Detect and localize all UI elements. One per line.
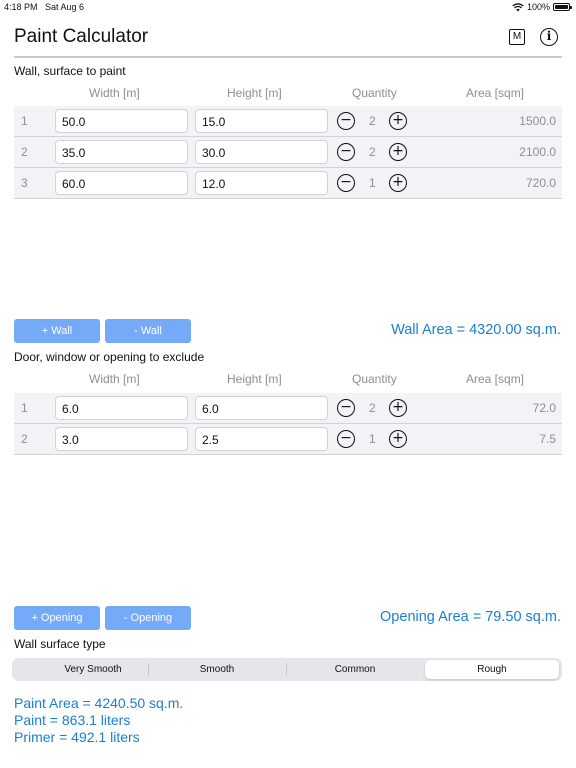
plus-circle-icon[interactable]: + xyxy=(389,430,407,448)
wall-row: 2 35.0 30.0 − 2 + 2100.0 xyxy=(14,137,562,168)
walls-header-area: Area [sqm] xyxy=(466,86,525,100)
walls-header-width: Width [m] xyxy=(89,86,140,100)
remove-opening-button[interactable]: - Opening xyxy=(105,606,191,630)
minus-circle-icon[interactable]: − xyxy=(337,399,355,417)
paint-area-result: Paint Area = 4240.50 sq.m. xyxy=(14,695,184,711)
minus-circle-icon[interactable]: − xyxy=(337,174,355,192)
opening-width-input[interactable]: 6.0 xyxy=(55,396,188,420)
row-index: 2 xyxy=(21,432,28,446)
plus-circle-icon[interactable]: + xyxy=(389,399,407,417)
opening-area-total: Opening Area = 79.50 sq.m. xyxy=(380,609,561,625)
opening-area: 7.5 xyxy=(539,432,556,446)
row-index: 3 xyxy=(21,176,28,190)
status-time: 4:18 PM xyxy=(4,2,38,12)
minus-circle-icon[interactable]: − xyxy=(337,430,355,448)
add-opening-button[interactable]: + Opening xyxy=(14,606,100,630)
walls-header-height: Height [m] xyxy=(227,86,282,100)
wall-quantity: 1 xyxy=(369,176,376,190)
nav-divider xyxy=(14,56,562,58)
wall-width-input[interactable]: 60.0 xyxy=(55,171,188,195)
opening-area: 72.0 xyxy=(532,401,556,415)
battery-percent: 100% xyxy=(526,2,550,12)
minus-circle-icon[interactable]: − xyxy=(337,143,355,161)
remove-wall-button[interactable]: - Wall xyxy=(105,319,191,343)
row-index: 2 xyxy=(21,145,28,159)
segment-very-smooth[interactable]: Very Smooth xyxy=(26,660,160,679)
plus-circle-icon[interactable]: + xyxy=(389,112,407,130)
plus-circle-icon[interactable]: + xyxy=(389,143,407,161)
segment-rough[interactable]: Rough xyxy=(425,660,559,679)
page-title: Paint Calculator xyxy=(14,26,149,47)
opening-width-input[interactable]: 3.0 xyxy=(55,427,188,451)
segment-smooth[interactable]: Smooth xyxy=(150,660,284,679)
m-button[interactable]: M xyxy=(509,29,525,45)
plus-circle-icon[interactable]: + xyxy=(389,174,407,192)
wall-quantity: 2 xyxy=(369,114,376,128)
wall-height-input[interactable]: 15.0 xyxy=(195,109,328,133)
surface-type-segmented-control: Very Smooth Smooth Common Rough xyxy=(12,658,562,681)
row-index: 1 xyxy=(21,401,28,415)
minus-circle-icon[interactable]: − xyxy=(337,112,355,130)
walls-header-quantity: Quantity xyxy=(352,86,397,100)
info-icon[interactable]: i xyxy=(540,28,558,46)
openings-section-label: Door, window or opening to exclude xyxy=(14,350,205,364)
wall-area: 720.0 xyxy=(525,176,556,190)
wall-area: 2100.0 xyxy=(519,145,556,159)
primer-volume-result: Primer = 492.1 liters xyxy=(14,729,140,745)
segment-divider xyxy=(148,663,149,676)
opening-height-input[interactable]: 2.5 xyxy=(195,427,328,451)
status-bar: 4:18 PM Sat Aug 6 100% xyxy=(0,0,576,14)
wifi-icon xyxy=(512,2,524,11)
row-index: 1 xyxy=(21,114,28,128)
opening-row: 2 3.0 2.5 − 1 + 7.5 xyxy=(14,424,562,455)
status-right: 100% xyxy=(512,2,572,12)
wall-width-input[interactable]: 35.0 xyxy=(55,140,188,164)
openings-header-area: Area [sqm] xyxy=(466,372,525,386)
wall-height-input[interactable]: 12.0 xyxy=(195,171,328,195)
wall-height-input[interactable]: 30.0 xyxy=(195,140,328,164)
wall-row: 1 50.0 15.0 − 2 + 1500.0 xyxy=(14,106,562,137)
wall-width-input[interactable]: 50.0 xyxy=(55,109,188,133)
surface-section-label: Wall surface type xyxy=(14,637,106,651)
openings-header-quantity: Quantity xyxy=(352,372,397,386)
battery-icon xyxy=(553,3,572,11)
walls-section-label: Wall, surface to paint xyxy=(14,64,126,78)
segment-common[interactable]: Common xyxy=(288,660,422,679)
openings-header-height: Height [m] xyxy=(227,372,282,386)
wall-quantity: 2 xyxy=(369,145,376,159)
wall-area-total: Wall Area = 4320.00 sq.m. xyxy=(391,322,561,338)
segment-divider xyxy=(286,663,287,676)
paint-volume-result: Paint = 863.1 liters xyxy=(14,712,131,728)
status-date: Sat Aug 6 xyxy=(45,2,85,12)
openings-header-width: Width [m] xyxy=(89,372,140,386)
wall-row: 3 60.0 12.0 − 1 + 720.0 xyxy=(14,168,562,199)
add-wall-button[interactable]: + Wall xyxy=(14,319,100,343)
opening-quantity: 1 xyxy=(369,432,376,446)
opening-row: 1 6.0 6.0 − 2 + 72.0 xyxy=(14,393,562,424)
opening-quantity: 2 xyxy=(369,401,376,415)
wall-area: 1500.0 xyxy=(519,114,556,128)
opening-height-input[interactable]: 6.0 xyxy=(195,396,328,420)
